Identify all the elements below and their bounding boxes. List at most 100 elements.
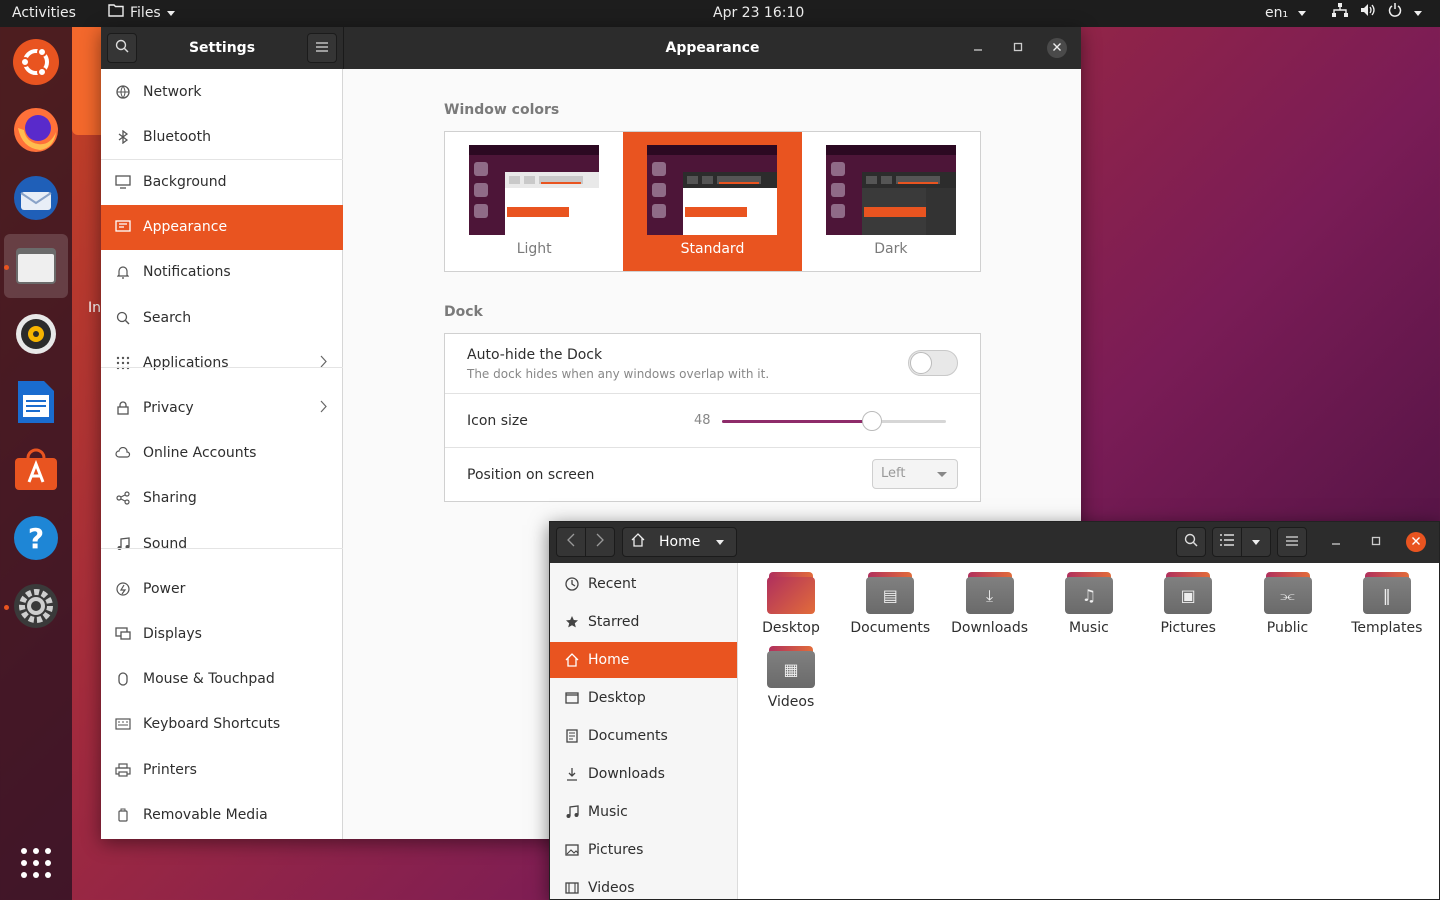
- sidebar-item-applications[interactable]: Applications: [101, 340, 343, 385]
- menu-button[interactable]: [1277, 527, 1307, 557]
- chevron-down-icon: [937, 472, 947, 477]
- files-sidebar-downloads[interactable]: Downloads: [550, 756, 737, 792]
- app-menu[interactable]: Files: [108, 0, 175, 27]
- theme-option-light[interactable]: Light: [445, 132, 623, 271]
- sidebar-item-sharing[interactable]: Sharing: [101, 476, 343, 521]
- files-sidebar-music[interactable]: Music: [550, 794, 737, 830]
- sidebar-item-online-accounts[interactable]: Online Accounts: [101, 431, 343, 476]
- activities-button[interactable]: Activities: [12, 0, 76, 27]
- list-view-button[interactable]: [1212, 527, 1242, 557]
- rhythmbox-icon[interactable]: [4, 302, 68, 366]
- folder-item-videos[interactable]: ▦ Videos: [746, 637, 836, 710]
- folder-item-templates[interactable]: ‖ Templates: [1342, 563, 1432, 636]
- sidebar-divider: [101, 159, 343, 160]
- files-icon[interactable]: [4, 234, 68, 298]
- files-sidebar-starred[interactable]: Starred: [550, 604, 737, 640]
- folder-item-desktop[interactable]: Desktop: [746, 563, 836, 636]
- close-button[interactable]: [1406, 532, 1426, 552]
- forward-button[interactable]: [585, 527, 615, 557]
- files-sidebar-pictures[interactable]: Pictures: [550, 832, 737, 868]
- running-indicator: [4, 605, 9, 610]
- theme-option-dark[interactable]: Dark: [802, 132, 980, 271]
- sidebar-item-sound[interactable]: Sound: [101, 521, 343, 566]
- share-icon: [115, 490, 131, 506]
- menu-button[interactable]: [307, 33, 337, 63]
- sidebar-item-mouse-touchpad[interactable]: Mouse & Touchpad: [101, 657, 343, 702]
- maximize-button[interactable]: [1008, 38, 1028, 58]
- running-indicator: [4, 265, 9, 270]
- files-sidebar-videos[interactable]: Videos: [550, 870, 737, 900]
- sidebar-item-power[interactable]: Power: [101, 566, 343, 611]
- hamburger-icon: [316, 40, 328, 56]
- view-options-button[interactable]: [1241, 527, 1271, 557]
- folder-item-pictures[interactable]: ▣ Pictures: [1143, 563, 1233, 636]
- minimize-icon: [1331, 535, 1341, 549]
- settings-icon[interactable]: [4, 574, 68, 638]
- language-indicator[interactable]: en₁: [1265, 0, 1307, 27]
- files-sidebar-label: Music: [588, 804, 628, 820]
- minimize-button[interactable]: [968, 38, 988, 58]
- ubuntu-logo-icon[interactable]: [4, 30, 68, 94]
- sidebar-item-displays[interactable]: Displays: [101, 611, 343, 656]
- system-menu[interactable]: [1332, 0, 1422, 27]
- printer-icon: [115, 762, 131, 778]
- folder-item-public[interactable]: ⫘ Public: [1243, 563, 1333, 636]
- thunderbird-icon[interactable]: [4, 166, 68, 230]
- background-window[interactable]: [72, 27, 102, 135]
- help-icon[interactable]: ?: [4, 506, 68, 570]
- files-header-bar[interactable]: Home: [550, 522, 1439, 563]
- close-button[interactable]: [1047, 38, 1067, 58]
- sidebar-item-printers[interactable]: Printers: [101, 747, 343, 792]
- maximize-button[interactable]: [1366, 532, 1386, 552]
- sidebar-item-keyboard-shortcuts[interactable]: Keyboard Shortcuts: [101, 702, 343, 747]
- chevron-left-icon: [567, 533, 575, 551]
- firefox-icon[interactable]: [4, 98, 68, 162]
- theme-preview: [469, 145, 600, 235]
- icon-size-label: Icon size: [467, 413, 528, 429]
- folder-item-downloads[interactable]: ⤓ Downloads: [945, 563, 1035, 636]
- sidebar-item-label: Printers: [143, 761, 197, 778]
- folder-item-music[interactable]: ♫ Music: [1044, 563, 1134, 636]
- sidebar-item-network[interactable]: Network: [101, 69, 343, 114]
- autohide-toggle[interactable]: [908, 350, 958, 376]
- back-button[interactable]: [556, 527, 586, 557]
- path-bar-home[interactable]: Home: [622, 527, 737, 557]
- star-icon: [564, 615, 580, 629]
- download-icon: [564, 767, 580, 781]
- minimize-button[interactable]: [1326, 532, 1346, 552]
- maximize-icon: [1013, 41, 1023, 55]
- appearance-icon: [115, 219, 131, 235]
- sidebar-item-background[interactable]: Background: [101, 159, 343, 204]
- grid-icon[interactable]: [4, 831, 68, 895]
- app-menu-label: Files: [130, 5, 161, 21]
- sidebar-item-removable-media[interactable]: Removable Media: [101, 792, 343, 837]
- apps-icon: [115, 355, 131, 371]
- files-window: Home Recent Starred Home Desktop Documents Do…: [549, 521, 1440, 900]
- theme-option-standard[interactable]: Standard: [623, 132, 802, 271]
- sidebar-item-bluetooth[interactable]: Bluetooth: [101, 114, 343, 159]
- files-sidebar-documents[interactable]: Documents: [550, 718, 737, 754]
- theme-option-label: Dark: [874, 241, 908, 257]
- files-sidebar-desktop[interactable]: Desktop: [550, 680, 737, 716]
- search-button[interactable]: [1176, 527, 1206, 557]
- sidebar-item-privacy[interactable]: Privacy: [101, 385, 343, 430]
- position-dropdown[interactable]: Left: [872, 459, 958, 489]
- writer-icon[interactable]: [4, 370, 68, 434]
- icon-size-slider[interactable]: [722, 411, 946, 431]
- software-icon[interactable]: [4, 438, 68, 502]
- monitor-icon: [115, 174, 131, 190]
- dock-section-title: Dock: [444, 304, 483, 320]
- files-sidebar-home[interactable]: Home: [550, 642, 737, 678]
- background-window-text: In: [88, 300, 102, 316]
- slider-handle[interactable]: [862, 411, 883, 431]
- videos-folder-icon: ▦: [767, 646, 815, 688]
- files-sidebar-recent[interactable]: Recent: [550, 566, 737, 602]
- folder-item-documents[interactable]: ▤ Documents: [845, 563, 935, 636]
- document-icon: [564, 729, 580, 743]
- sidebar-item-appearance[interactable]: Appearance: [101, 204, 343, 250]
- settings-header-bar[interactable]: Settings Appearance: [101, 27, 1081, 69]
- sidebar-item-search[interactable]: Search: [101, 295, 343, 340]
- row-divider: [445, 393, 980, 394]
- clock[interactable]: Apr 23 16:10: [713, 0, 804, 27]
- sidebar-item-notifications[interactable]: Notifications: [101, 250, 343, 295]
